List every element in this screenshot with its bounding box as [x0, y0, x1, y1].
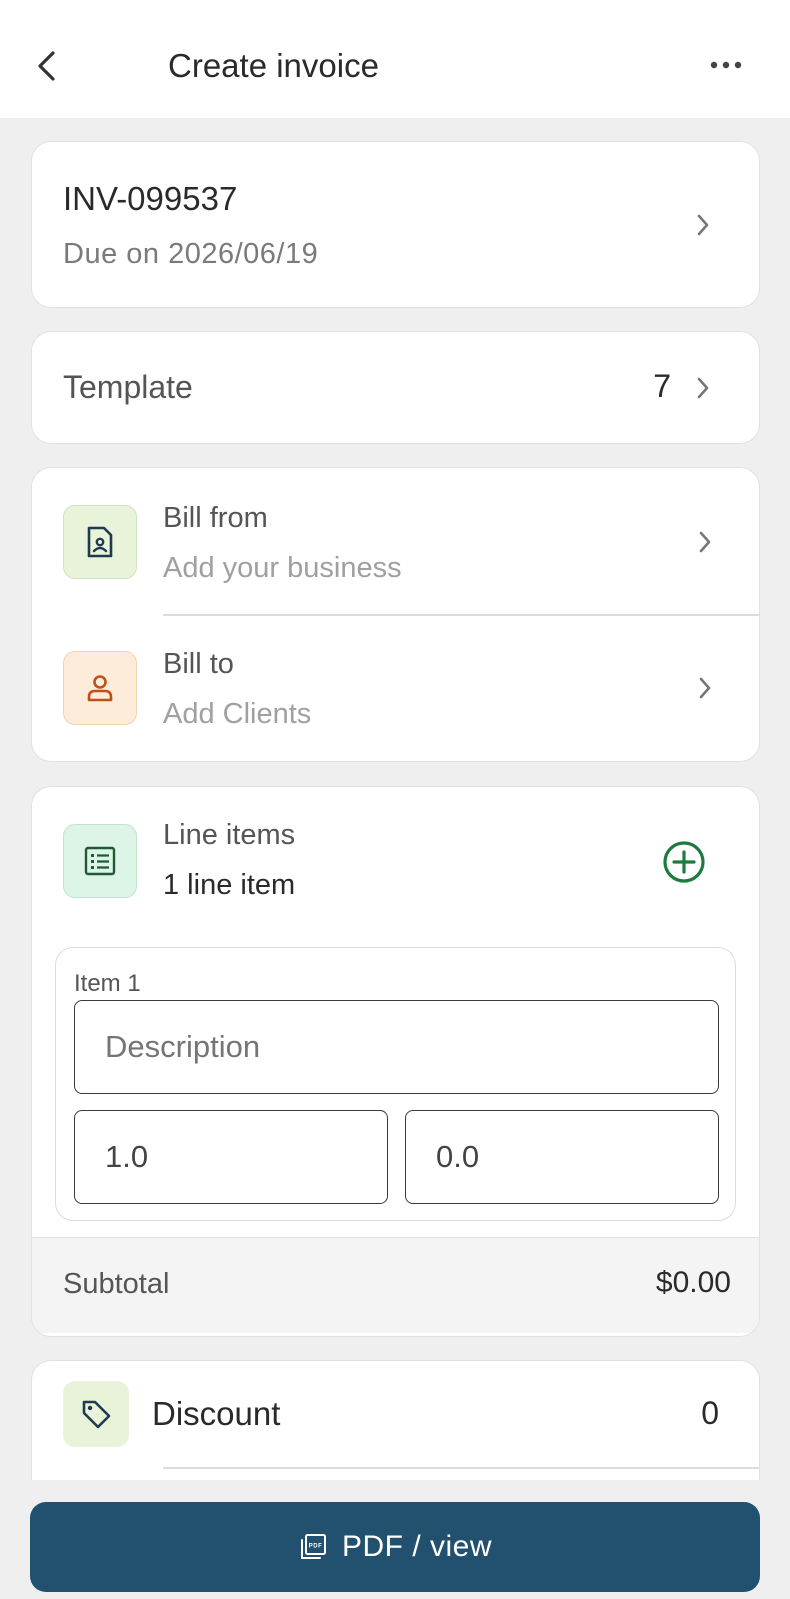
invoice-number: INV-099537 [63, 180, 238, 217]
subtotal-label: Subtotal [63, 1268, 170, 1300]
line-items-count: 1 line item [163, 869, 296, 901]
billing-card: Bill from Add your business Bill to Add … [31, 467, 760, 762]
bill-from-row[interactable]: Bill from Add your business [32, 468, 759, 615]
discount-value: 0 [701, 1395, 719, 1431]
chevron-right-icon [693, 373, 713, 403]
tag-icon [82, 1400, 111, 1429]
line-items-card: Line items 1 line item Item 1 Subtotal $… [31, 786, 760, 1337]
more-horizontal-icon [710, 61, 742, 69]
invoice-due-date: Due on 2026/06/19 [63, 238, 319, 270]
template-card[interactable]: Template 7 [31, 331, 760, 444]
bill-from-subtitle: Add your business [163, 552, 402, 584]
bill-to-icon-box [63, 651, 137, 725]
chevron-right-icon [695, 527, 715, 557]
svg-text:PDF: PDF [309, 1544, 323, 1550]
chevron-right-icon [695, 673, 715, 703]
bill-from-icon-box [63, 505, 137, 579]
chevron-left-icon [38, 51, 55, 81]
subtotal-value: $0.00 [655, 1266, 731, 1299]
bill-to-row[interactable]: Bill to Add Clients [32, 616, 759, 761]
quantity-input[interactable] [74, 1110, 388, 1204]
discount-icon-box [63, 1381, 129, 1447]
line-item: Item 1 [55, 947, 736, 1221]
discount-row[interactable]: Discount 0 [32, 1361, 759, 1468]
list-icon [84, 846, 116, 876]
business-card-icon [87, 526, 113, 558]
page-title: Create invoice [168, 47, 379, 84]
description-input[interactable] [74, 1000, 719, 1094]
back-button[interactable] [30, 46, 62, 86]
bill-to-title: Bill to [163, 648, 234, 680]
pdf-view-button[interactable]: PDF PDF / view [30, 1502, 760, 1592]
template-value: 7 [653, 368, 671, 404]
divider [163, 1467, 759, 1469]
chevron-right-icon [693, 210, 713, 240]
rate-input[interactable] [405, 1110, 719, 1204]
line-items-title: Line items [163, 819, 296, 851]
template-label: Template [63, 369, 193, 405]
user-icon [87, 675, 113, 702]
pdf-view-label: PDF / view [341, 1530, 493, 1563]
subtotal-bar: Subtotal $0.00 [32, 1237, 759, 1333]
line-item-label: Item 1 [74, 970, 141, 997]
plus-circle-icon [663, 841, 705, 883]
invoice-number-card[interactable]: INV-099537 Due on 2026/06/19 [31, 141, 760, 308]
bill-from-title: Bill from [163, 502, 268, 534]
bill-to-subtitle: Add Clients [163, 698, 312, 730]
more-options-button[interactable] [706, 50, 746, 80]
discount-title: Discount [152, 1395, 281, 1432]
app-header: Create invoice [0, 0, 790, 118]
pdf-icon: PDF [300, 1534, 326, 1559]
line-items-icon-box [63, 824, 137, 898]
add-line-item-button[interactable] [661, 839, 707, 885]
